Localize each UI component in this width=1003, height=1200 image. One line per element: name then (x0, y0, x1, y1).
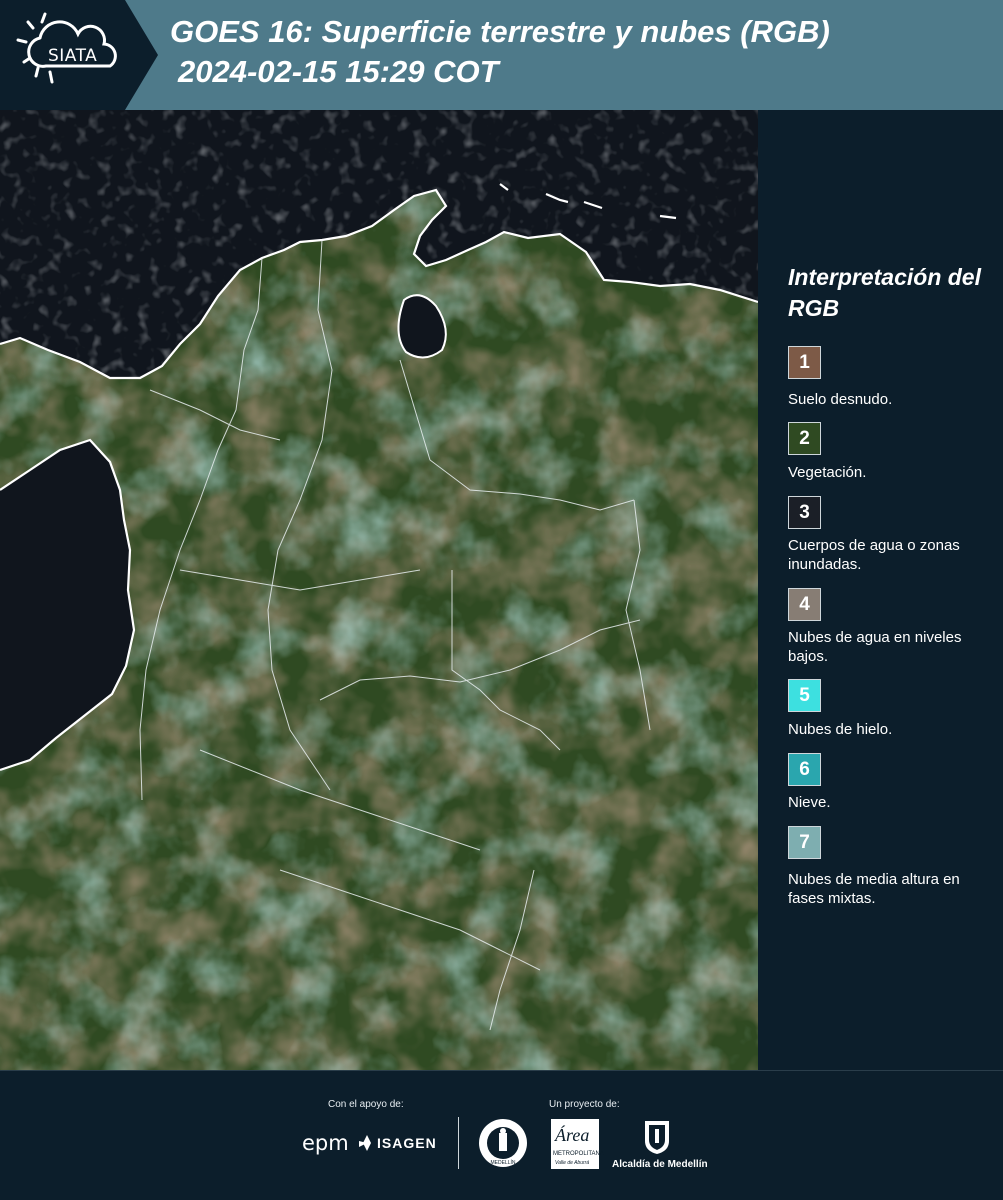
footer: Con el apoyo de: Un proyecto de: epm ISA… (0, 1070, 1003, 1200)
isagen-icon (359, 1135, 371, 1151)
project-label: Un proyecto de: (549, 1099, 620, 1110)
legend-swatch-3: 3 (788, 496, 821, 529)
logo-text: SIATA (48, 46, 98, 66)
legend-swatch-7: 7 (788, 826, 821, 859)
seal-text: MEDELLÍN (490, 1159, 515, 1166)
legend-number: 4 (799, 594, 810, 615)
epm-logo[interactable]: epm (302, 1131, 349, 1155)
legend-label-4: Nubes de agua en niveles bajos. (788, 629, 962, 665)
legend-number: 2 (799, 428, 810, 449)
legend-swatch-1: 1 (788, 346, 821, 379)
legend-panel: Interpretación del RGB 1 Suelo desnudo. … (760, 110, 1003, 1070)
area-logo-sub2: Valle de Aburrá (555, 1160, 590, 1166)
legend-swatch-2: 2 (788, 422, 821, 455)
area-logo-sub: METROPOLITANA (553, 1151, 604, 1157)
legend-label-5: Nubes de hielo. (788, 721, 893, 738)
legend-label-3: Cuerpos de agua o zonas inundadas. (788, 537, 960, 573)
header: SIATA GOES 16: Superficie terrestre y nu… (0, 0, 1003, 110)
legend-title: Interpretación del RGB (788, 264, 981, 321)
area-metropolitana-logo[interactable]: Área METROPOLITANA Valle de Aburrá (551, 1119, 604, 1169)
footer-divider (458, 1117, 459, 1169)
isagen-logo[interactable]: ISAGEN (377, 1135, 437, 1151)
area-logo-text: Área (555, 1125, 590, 1145)
legend-number: 7 (799, 832, 810, 853)
seal-medellin-icon[interactable]: MEDELLÍN (478, 1118, 528, 1168)
siata-logo[interactable]: SIATA (0, 0, 158, 110)
legend-label-6: Nieve. (788, 794, 831, 811)
legend-label-1: Suelo desnudo. (788, 391, 893, 408)
legend-label-2: Vegetación. (788, 464, 867, 481)
legend-number: 5 (799, 685, 810, 706)
legend-number: 3 (799, 502, 810, 523)
legend-swatch-5: 5 (788, 679, 821, 712)
legend-number: 1 (799, 352, 810, 373)
legend-number: 6 (799, 759, 810, 780)
page-title: GOES 16: Superficie terrestre y nubes (R… (170, 14, 830, 49)
alcaldia-shield-icon (645, 1121, 669, 1154)
support-label: Con el apoyo de: (328, 1099, 404, 1110)
legend-label-7: Nubes de media altura en fases mixtas. (788, 871, 960, 907)
alcaldia-logo[interactable]: Alcaldía de Medellín (612, 1159, 708, 1170)
legend-swatch-4: 4 (788, 588, 821, 621)
legend-swatch-6: 6 (788, 753, 821, 786)
page-timestamp: 2024-02-15 15:29 COT (178, 54, 499, 89)
satellite-map[interactable] (0, 110, 758, 1070)
